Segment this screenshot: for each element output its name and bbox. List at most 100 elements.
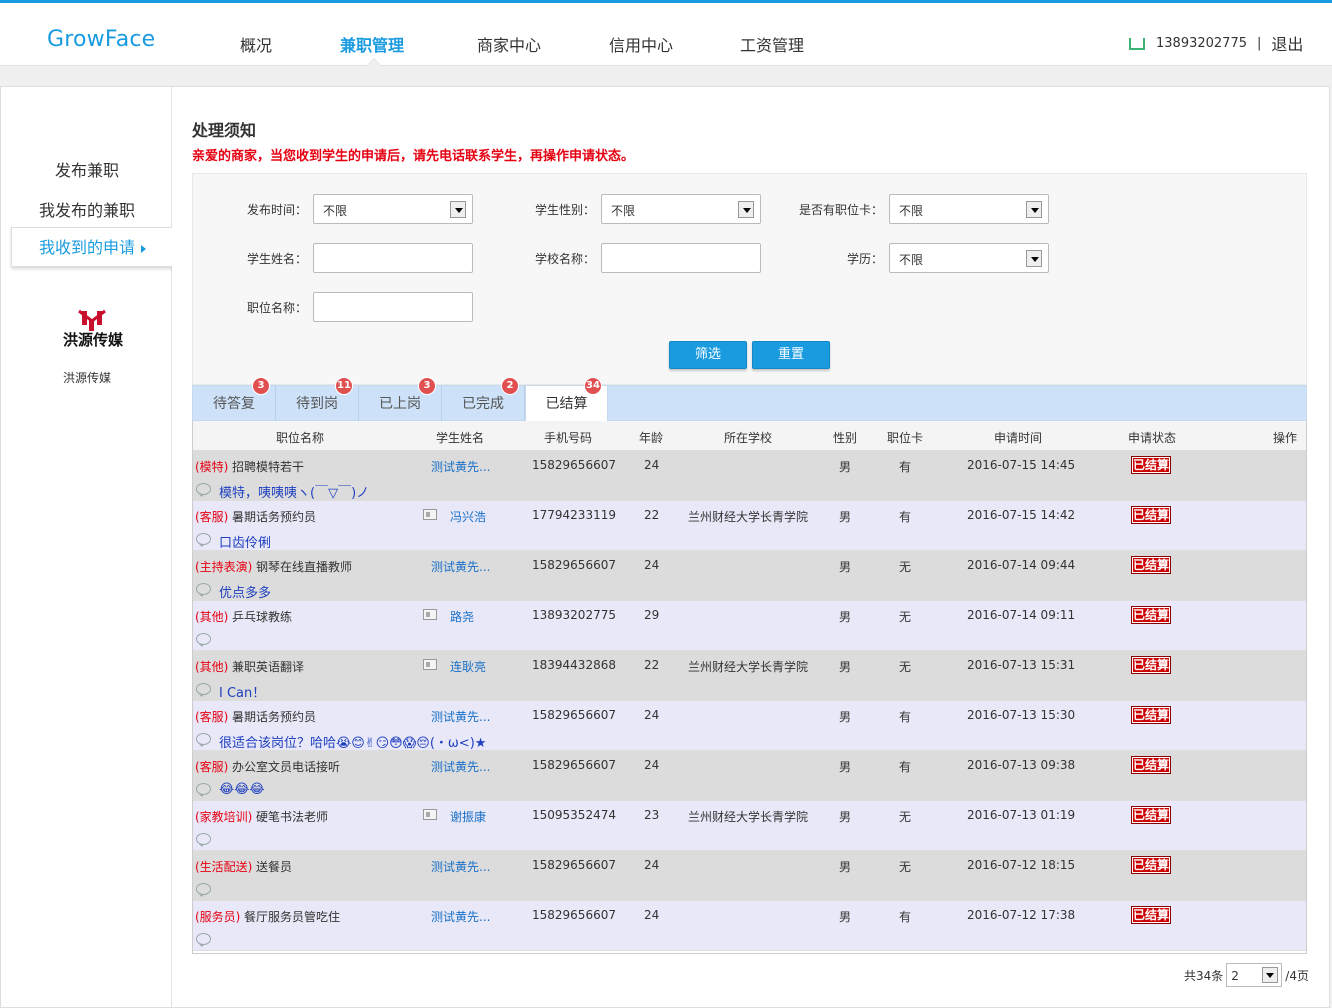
page-select[interactable]: 2	[1226, 963, 1283, 987]
position-category: (客服)	[195, 510, 229, 524]
filter-button[interactable]: 筛选	[669, 341, 747, 369]
main-content: 处理须知 亲爱的商家，当您收到学生的申请后，请先电话联系学生，再操作申请状态。 …	[172, 86, 1330, 1008]
position-name-input[interactable]	[313, 292, 473, 322]
student-name-link[interactable]: 测试黄先...	[431, 908, 490, 925]
col-actions: 操作	[1273, 431, 1298, 445]
student-name-link[interactable]: 冯兴浩	[450, 508, 486, 525]
student-name-link[interactable]: 测试黄先...	[431, 708, 490, 725]
student-name-link[interactable]: 谢振康	[450, 808, 486, 825]
position-category: (服务员)	[195, 910, 241, 924]
position-title[interactable]: 钢琴在线直播教师	[256, 558, 352, 575]
brand-logo: 洪源传媒	[63, 309, 124, 349]
student-name-link[interactable]: 测试黄先...	[431, 458, 490, 475]
publish-time-select[interactable]: 不限	[313, 194, 473, 224]
nav-parttime-management[interactable]: 兼职管理	[340, 32, 404, 56]
sidebar-item-received-applications[interactable]: 我收到的申请	[11, 227, 173, 267]
nav-salary-management[interactable]: 工资管理	[740, 32, 804, 56]
student-name-link[interactable]: 测试黄先...	[431, 758, 490, 775]
age: 23	[644, 808, 660, 822]
col-age: 年龄	[639, 431, 664, 445]
school-name-input[interactable]	[601, 243, 761, 273]
gender: 男	[839, 710, 852, 724]
position-title[interactable]: 暑期话务预约员	[232, 708, 316, 725]
pagination: 共34条 2 /4页	[1184, 963, 1309, 987]
card-select[interactable]: 不限	[889, 194, 1049, 224]
tab-settled[interactable]: 已结算 34	[525, 377, 608, 422]
sidebar-item-my-published[interactable]: 我发布的兼职	[1, 197, 173, 221]
position-title[interactable]: 暑期话务预约员	[232, 508, 316, 525]
app-logo[interactable]: GrowFace	[47, 27, 155, 52]
student-name-link[interactable]: 测试黄先...	[431, 858, 490, 875]
card-label: 是否有职位卡：	[798, 203, 883, 217]
col-apply-time: 申请时间	[994, 431, 1043, 445]
student-comment: 很适合该岗位？哈哈😭😊✌😏😳😱😔(・ω<)★	[219, 736, 487, 751]
table-row: (服务员) 餐厅服务员管吃住 测试黄先... 15829656607 24 男 有 2016-…	[193, 901, 1306, 951]
brand-name: 洪源传媒	[62, 371, 111, 385]
table-row: (生活配送) 送餐员 测试黄先... 15829656607 24 男 无 2016-07-1…	[193, 851, 1306, 901]
apply-time: 2016-07-15 14:42	[967, 508, 1076, 522]
student-card-icon	[423, 659, 437, 670]
user-phone[interactable]: 13893202775	[1156, 36, 1247, 51]
comment-icon[interactable]	[196, 683, 211, 697]
tab-pending-reply[interactable]: 待答复 3	[193, 377, 276, 422]
nav-merchant-center[interactable]: 商家中心	[477, 32, 541, 56]
comment-icon[interactable]	[196, 633, 211, 647]
education-select[interactable]: 不限	[889, 243, 1049, 273]
comment-icon[interactable]	[196, 483, 211, 497]
student-name-input[interactable]	[313, 243, 473, 273]
gender: 男	[839, 860, 852, 874]
phone-number: 15829656607	[532, 908, 616, 922]
table-header: 职位名称 学生姓名 手机号码 年龄 所在学校 性别 职位卡 申请时间 申请状态 …	[193, 421, 1306, 451]
student-name-link[interactable]: 连耿亮	[450, 658, 486, 675]
phone-number: 15095352474	[532, 808, 616, 822]
sidebar-item-publish-parttime[interactable]: 发布兼职	[1, 157, 173, 181]
comment-icon[interactable]	[196, 883, 211, 897]
student-name-link[interactable]: 测试黄先...	[431, 558, 490, 575]
count-badge: 34	[584, 377, 602, 395]
student-name-label: 学生姓名：	[246, 252, 307, 266]
student-name-link[interactable]: 路尧	[450, 608, 474, 625]
position-title[interactable]: 办公室文员电话接听	[232, 758, 340, 775]
position-title[interactable]: 硬笔书法老师	[256, 808, 328, 825]
position-title[interactable]: 餐厅服务员管吃住	[244, 908, 340, 925]
reset-button[interactable]: 重置	[752, 341, 830, 369]
comment-icon[interactable]	[196, 833, 211, 847]
user-icon	[1128, 36, 1142, 50]
age: 24	[644, 708, 660, 722]
total-pages: /4页	[1285, 968, 1309, 983]
comment-icon[interactable]	[196, 933, 211, 947]
nav-credit-center[interactable]: 信用中心	[609, 32, 673, 56]
gender-select[interactable]: 不限	[601, 194, 761, 224]
job-card: 有	[899, 460, 912, 474]
student-card-icon	[423, 809, 437, 820]
student-card-icon	[423, 609, 437, 620]
col-student-name: 学生姓名	[436, 431, 485, 445]
age: 24	[644, 558, 660, 572]
phone-number: 15829656607	[532, 758, 616, 772]
apply-time: 2016-07-15 14:45	[967, 458, 1076, 472]
position-category: (客服)	[195, 710, 229, 724]
logout-link[interactable]: 退出	[1271, 31, 1303, 55]
tab-completed[interactable]: 已完成 2	[442, 377, 525, 422]
count-badge: 3	[418, 377, 436, 395]
comment-icon[interactable]	[196, 733, 211, 747]
position-title[interactable]: 招聘模特若干	[232, 458, 304, 475]
nav-overview[interactable]: 概况	[240, 32, 272, 56]
position-title[interactable]: 乒乓球教练	[232, 608, 292, 625]
job-card: 有	[899, 910, 912, 924]
comment-icon[interactable]	[196, 533, 211, 547]
position-title[interactable]: 兼职英语翻译	[232, 658, 304, 675]
age: 24	[644, 758, 660, 772]
sidebar: 发布兼职 我发布的兼职 我收到的申请 洪源传媒 洪源传媒	[0, 86, 173, 1008]
position-category: (模特)	[195, 460, 229, 474]
comment-icon[interactable]	[196, 783, 211, 797]
phone-number: 18394432868	[532, 658, 616, 672]
notice-text: 亲爱的商家，当您收到学生的申请后，请先电话联系学生，再操作申请状态。	[192, 149, 635, 164]
apply-time: 2016-07-13 15:31	[967, 658, 1076, 672]
comment-icon[interactable]	[196, 583, 211, 597]
status-badge: 已结算	[1131, 906, 1171, 924]
tab-pending-arrival[interactable]: 待到岗 11	[276, 377, 359, 422]
apply-time: 2016-07-12 17:38	[967, 908, 1076, 922]
tab-on-duty[interactable]: 已上岗 3	[359, 377, 442, 422]
position-title[interactable]: 送餐员	[256, 858, 292, 875]
